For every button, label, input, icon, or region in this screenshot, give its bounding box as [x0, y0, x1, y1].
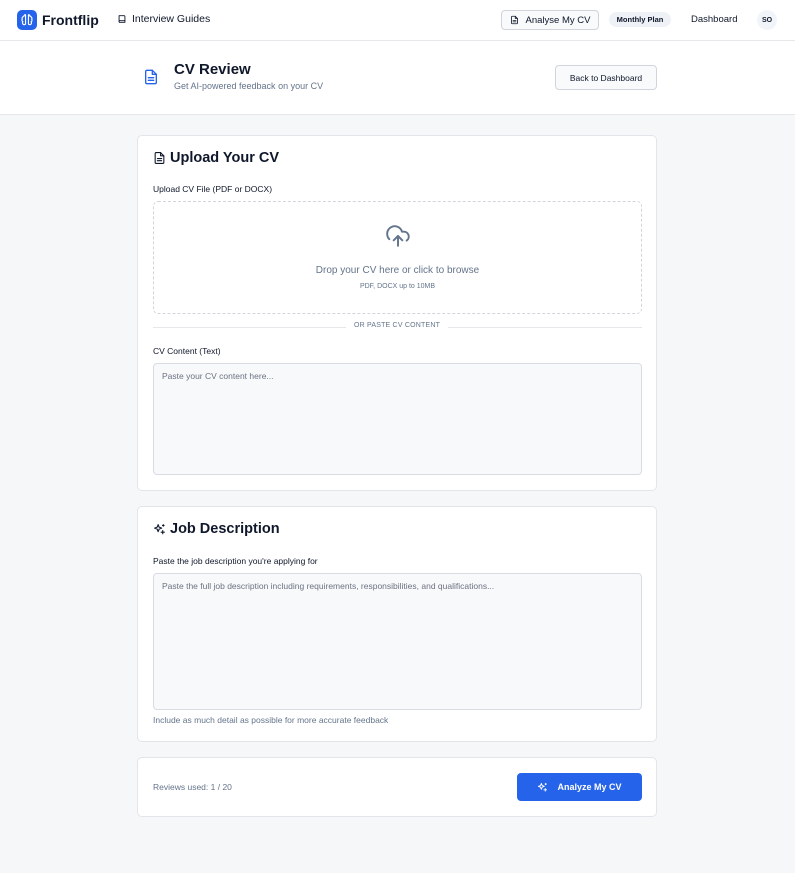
brain-icon — [17, 10, 37, 30]
brand-logo[interactable]: Frontflip — [17, 10, 99, 30]
nav-analyse-cv-label: Analyse My CV — [525, 14, 591, 26]
book-icon — [118, 15, 126, 23]
dropzone-hint: PDF, DOCX up to 10MB — [359, 283, 436, 290]
document-icon — [154, 152, 165, 164]
plan-badge: Monthly Plan — [609, 12, 671, 27]
nav-interview-guides-label: Interview Guides — [132, 13, 211, 25]
job-description-textarea[interactable]: Paste the full job description including… — [153, 573, 642, 710]
upload-cv-title: Upload Your CV — [153, 150, 279, 166]
upload-cv-card: Upload Your CV Upload CV File (PDF or DO… — [137, 135, 657, 491]
cv-content-textarea[interactable]: Paste your CV content here... — [153, 363, 642, 475]
page-title: CV Review — [174, 61, 251, 78]
top-navbar: Frontflip Interview Guides Analyse My CV… — [0, 0, 795, 41]
document-icon — [143, 68, 159, 91]
divider-text: OR PASTE CV CONTENT — [346, 322, 448, 329]
analyze-footer-card: Reviews used: 1 / 20 Analyze My CV — [137, 757, 657, 817]
page-subtitle: Get AI-powered feedback on your CV — [174, 81, 324, 91]
cv-file-label: Upload CV File (PDF or DOCX) — [153, 184, 273, 194]
reviews-used-count: Reviews used: 1 / 20 — [153, 782, 232, 792]
analyze-my-cv-label: Analyze My CV — [557, 782, 622, 792]
nav-dashboard-link[interactable]: Dashboard — [691, 14, 737, 25]
nav-analyse-cv-button[interactable]: Analyse My CV — [501, 10, 599, 30]
job-description-title: Job Description — [153, 521, 280, 537]
dropzone-text: Drop your CV here or click to browse — [315, 265, 480, 276]
cv-content-label: CV Content (Text) — [153, 346, 221, 356]
avatar[interactable]: SO — [757, 10, 777, 30]
page-header: CV Review Get AI-powered feedback on you… — [0, 41, 795, 115]
sparkles-icon — [154, 523, 165, 534]
document-icon — [510, 15, 518, 25]
job-description-title-text: Job Description — [170, 521, 280, 537]
sparkles-icon — [538, 782, 548, 792]
cv-dropzone[interactable]: Drop your CV here or click to browse PDF… — [153, 201, 642, 314]
upload-cv-title-text: Upload Your CV — [170, 150, 280, 166]
job-description-hint: Include as much detail as possible for m… — [153, 715, 389, 725]
analyze-my-cv-button[interactable]: Analyze My CV — [517, 773, 642, 801]
brand-name: Frontflip — [42, 12, 99, 28]
back-to-dashboard-button[interactable]: Back to Dashboard — [555, 65, 657, 90]
nav-interview-guides[interactable]: Interview Guides — [117, 13, 210, 25]
cloud-upload-icon — [384, 223, 412, 254]
job-description-card: Job Description Paste the job descriptio… — [137, 506, 657, 742]
job-description-label: Paste the job description you're applyin… — [153, 556, 318, 566]
